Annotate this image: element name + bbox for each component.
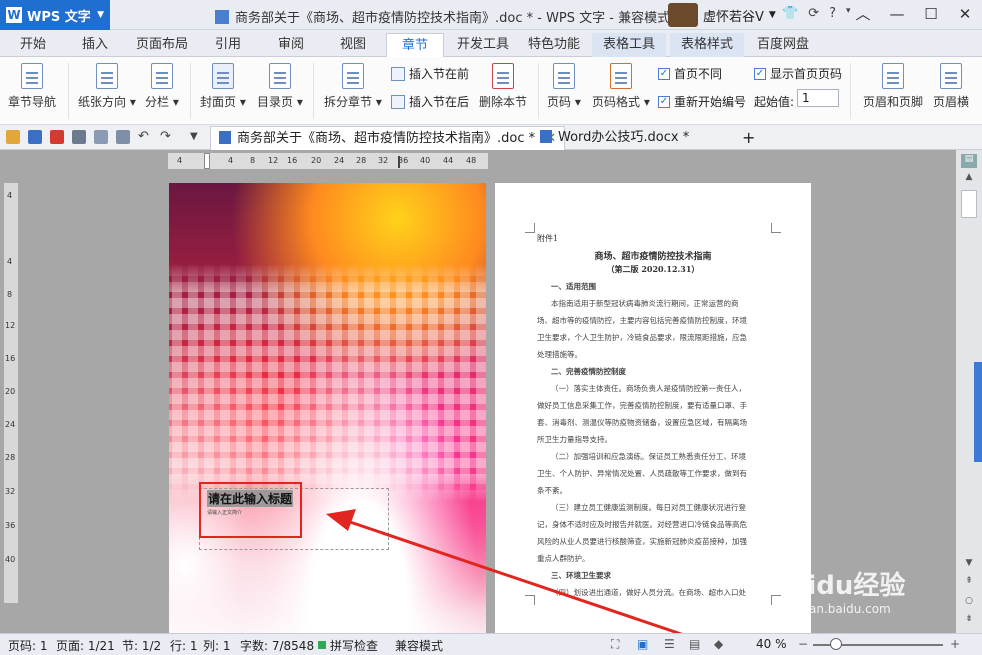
status-row: 行: 1 — [170, 639, 198, 653]
scroll-options-icon[interactable]: ▤ — [961, 154, 977, 168]
prev-page-icon[interactable]: ⇞ — [961, 576, 977, 590]
zoom-out-icon[interactable]: − — [798, 637, 808, 651]
select-browse-icon[interactable]: ○ — [961, 596, 977, 610]
outline-view-icon[interactable]: ☰ — [664, 637, 675, 651]
zoom-in-icon[interactable]: + — [950, 637, 960, 651]
baidu-watermark: Baidu经验 jingyan.baidu.com — [770, 565, 950, 625]
annotation-arrow — [326, 509, 691, 639]
next-page-icon[interactable]: ⇟ — [961, 614, 977, 628]
spell-check-status-icon — [318, 641, 326, 649]
scroll-thumb[interactable] — [961, 190, 977, 218]
scroll-down-icon[interactable]: ▼ — [961, 558, 977, 572]
arrow-head — [326, 509, 356, 531]
watermark-url: jingyan.baidu.com — [780, 602, 891, 616]
status-compat-mode: 兼容模式 — [395, 639, 444, 653]
web-view-icon[interactable]: ▤ — [689, 637, 700, 651]
status-page: 页码: 1 — [8, 639, 48, 653]
side-panel-toggle[interactable] — [974, 362, 982, 462]
status-column: 列: 1 — [203, 639, 231, 653]
status-pages[interactable]: 页面: 1/21 — [56, 637, 115, 654]
status-section: 节: 1/2 — [122, 639, 162, 653]
zoom-level[interactable]: 40 % — [756, 637, 787, 651]
arrow-shaft — [349, 520, 691, 639]
watermark-brand: Baidu经验 — [770, 571, 906, 601]
scroll-up-icon[interactable]: ▲ — [961, 172, 977, 186]
status-bar: 页码: 1 页面: 1/21 节: 1/2 行: 1 列: 1 字数: 7/85… — [0, 633, 982, 655]
status-spell-check[interactable]: 拼写检查 — [330, 637, 378, 654]
fullscreen-icon[interactable]: ⛶ — [611, 637, 619, 652]
read-view-icon[interactable]: ◆ — [714, 637, 723, 651]
zoom-slider-knob[interactable] — [830, 638, 842, 650]
status-word-count[interactable]: 字数: 7/8548 — [240, 637, 314, 654]
page-view-icon[interactable]: ▣ — [637, 637, 648, 651]
